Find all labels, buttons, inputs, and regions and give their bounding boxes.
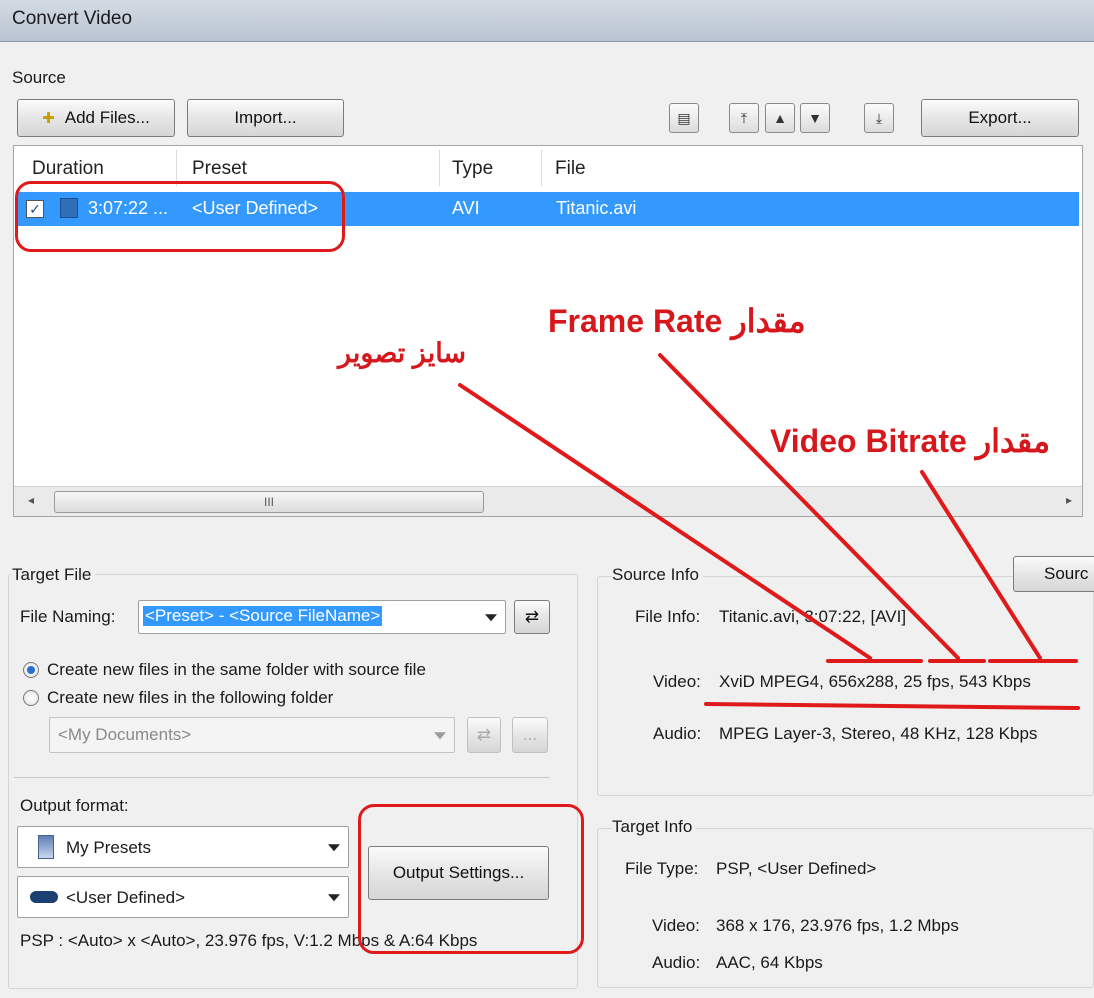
underline-video xyxy=(704,702,1080,710)
arrow-frame-rate xyxy=(658,353,960,660)
arrow-image-size xyxy=(458,383,872,660)
annotation-arrows xyxy=(458,353,1080,710)
arrow-video-bitrate xyxy=(920,470,1042,660)
